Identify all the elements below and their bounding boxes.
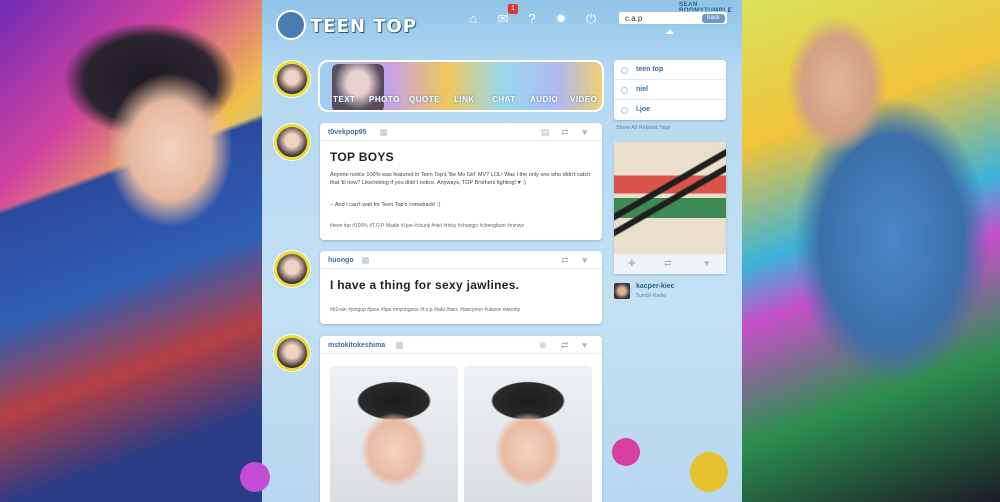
- paint-splash: [690, 452, 728, 492]
- post-header: t0vekpop95 ▤ ⇄ ♥: [320, 123, 602, 141]
- follow-icon[interactable]: [396, 342, 403, 349]
- track-button[interactable]: track: [701, 14, 725, 23]
- post-type-chat[interactable]: CHAT: [492, 95, 516, 104]
- show-related-tags-link[interactable]: Show All Related Tags: [616, 125, 671, 131]
- reblog-icon[interactable]: ⇄: [561, 340, 569, 351]
- post-header: mstokitokeshima ⊕ ⇄ ♥: [320, 336, 602, 354]
- post-tags[interactable]: #teen top #100% #T.O.P Madie #l.joe #chu…: [330, 223, 594, 229]
- tag-icon: [621, 67, 628, 74]
- post-card: mstokitokeshima ⊕ ⇄ ♥: [320, 336, 602, 502]
- reblog-icon[interactable]: ⇄: [561, 127, 569, 138]
- gear-icon[interactable]: ✹: [552, 10, 570, 28]
- follow-icon[interactable]: [380, 129, 387, 136]
- post-type-link[interactable]: LINK: [454, 95, 475, 104]
- post-title: I have a thing for sexy jawlines.: [330, 278, 520, 292]
- post-type-photo[interactable]: PHOTO: [369, 95, 400, 104]
- paint-splash: [612, 438, 640, 466]
- post-body: -- And I can't wait for Teen Top's comeb…: [330, 202, 441, 208]
- header: TEEN TOP ⌂ ✉1 ? ✹ ⏻ SEAN BOOMYTUMBLE c.a…: [262, 0, 742, 42]
- post-title: TOP BOYS: [330, 150, 394, 164]
- tracked-tag-item[interactable]: l.joe: [614, 100, 726, 120]
- search-input[interactable]: c.a.p track: [618, 11, 728, 25]
- power-icon[interactable]: ⏻: [582, 10, 600, 28]
- own-avatar[interactable]: [274, 61, 310, 97]
- banner-image: [332, 64, 384, 110]
- paint-splash: [240, 462, 270, 492]
- post-type-quote[interactable]: QUOTE: [409, 95, 440, 104]
- caret-icon: [666, 29, 674, 34]
- radar-controls: ✚ ⇄ ♥: [614, 254, 726, 274]
- like-icon[interactable]: ♥: [582, 255, 587, 265]
- avatar[interactable]: [274, 124, 310, 160]
- post-username[interactable]: t0vekpop95: [328, 129, 367, 136]
- post-type-video[interactable]: VIDEO: [570, 95, 597, 104]
- post-card: huongo ⇄ ♥ I have a thing for sexy jawli…: [320, 251, 602, 324]
- tracked-tag-label: teen top: [636, 66, 664, 73]
- post-photo[interactable]: [330, 366, 458, 502]
- mail-badge: 1: [508, 4, 518, 14]
- like-icon[interactable]: ♥: [582, 127, 587, 137]
- right-artwork: [742, 0, 1000, 502]
- tracked-tag-label: niel: [636, 86, 649, 93]
- tag-icon: [621, 107, 628, 114]
- radar-username[interactable]: kacper-kiec: [636, 283, 675, 290]
- left-artwork: [0, 0, 262, 502]
- help-icon[interactable]: ?: [523, 10, 541, 28]
- reblog-icon[interactable]: ⇄: [664, 258, 672, 269]
- tracked-tag-label: l.joe: [636, 106, 651, 113]
- reblog-icon[interactable]: ⇄: [561, 255, 569, 266]
- like-icon[interactable]: ♥: [704, 258, 709, 268]
- like-icon[interactable]: ♥: [582, 340, 587, 350]
- post-body: Anyone notice 100% was featured in Teen …: [330, 172, 591, 186]
- post-type-audio[interactable]: AUDIO: [530, 95, 558, 104]
- post-type-bar: TEXT PHOTO QUOTE LINK CHAT AUDIO VIDEO: [318, 60, 604, 112]
- tracked-tag-item[interactable]: niel: [614, 80, 726, 100]
- mail-icon[interactable]: ✉ 1: [494, 4, 518, 28]
- follow-icon[interactable]: [362, 257, 369, 264]
- search-value: c.a.p: [625, 14, 643, 23]
- tag-icon: [621, 87, 628, 94]
- tracked-tag-item[interactable]: teen top: [614, 60, 726, 80]
- post-photo[interactable]: [464, 366, 592, 502]
- post-username[interactable]: mstokitokeshima: [328, 342, 385, 349]
- zoom-icon[interactable]: ⊕: [539, 340, 547, 351]
- logo-emblem-icon: [276, 10, 306, 40]
- post-header: huongo ⇄ ♥: [320, 251, 602, 269]
- post-tags[interactable]: #b1rain #jongup #jaon #lipe #myungsoo #t…: [330, 307, 594, 313]
- follow-icon[interactable]: ✚: [628, 258, 636, 269]
- post-username[interactable]: huongo: [328, 257, 354, 264]
- radar-image[interactable]: [614, 142, 726, 254]
- avatar[interactable]: [274, 335, 310, 371]
- post-type-text[interactable]: TEXT: [333, 95, 355, 104]
- radar-card: ✚ ⇄ ♥: [614, 142, 726, 274]
- logo[interactable]: TEEN TOP: [310, 16, 417, 37]
- post-card: t0vekpop95 ▤ ⇄ ♥ TOP BOYS Anyone notice …: [320, 123, 602, 240]
- avatar[interactable]: [274, 251, 310, 287]
- home-icon[interactable]: ⌂: [464, 10, 482, 28]
- tracked-tags: teen top niel l.joe: [614, 60, 726, 120]
- radar-label: Tumblr Radar: [636, 293, 667, 299]
- edit-icon[interactable]: ▤: [541, 127, 550, 138]
- avatar[interactable]: [614, 283, 630, 299]
